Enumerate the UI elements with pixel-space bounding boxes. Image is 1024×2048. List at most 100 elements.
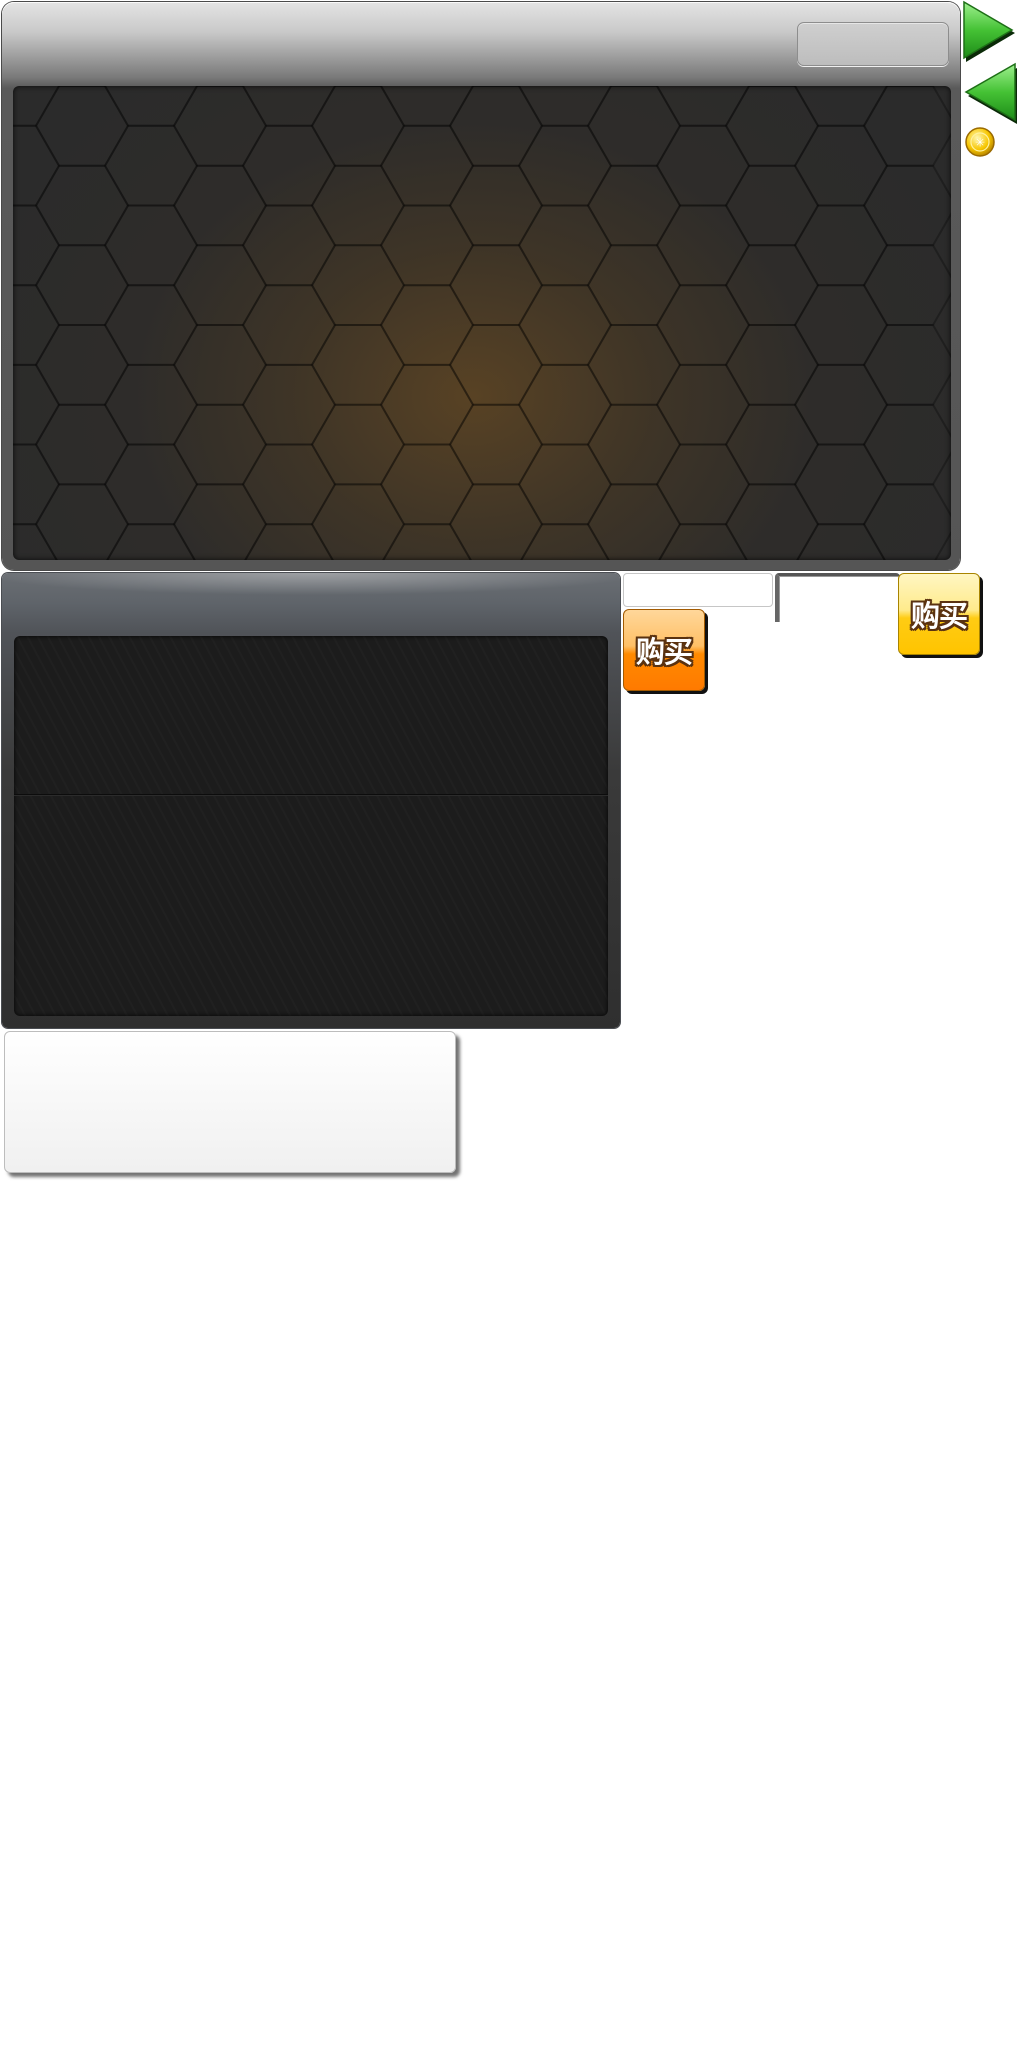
hex-cell bbox=[103, 363, 199, 446]
hex-cell bbox=[655, 363, 751, 446]
hex-cell bbox=[517, 204, 613, 287]
hex-cell bbox=[310, 86, 406, 167]
quantity-field[interactable] bbox=[623, 573, 773, 607]
hex-cell bbox=[448, 164, 544, 247]
hex-cell bbox=[379, 86, 475, 127]
hex-cell bbox=[793, 86, 889, 127]
shop-title-field bbox=[797, 22, 949, 66]
price-field-slot bbox=[775, 573, 900, 622]
hex-cell bbox=[13, 363, 61, 446]
hex-cell bbox=[103, 284, 199, 366]
hex-cell bbox=[379, 363, 475, 446]
hex-cell bbox=[241, 284, 337, 366]
list-item[interactable] bbox=[14, 636, 608, 795]
hex-cell bbox=[448, 324, 544, 406]
hex-cell bbox=[34, 86, 130, 167]
hex-cell bbox=[448, 244, 544, 326]
hex-cell bbox=[655, 86, 751, 127]
hex-cell bbox=[862, 164, 951, 247]
hex-cell bbox=[586, 403, 682, 486]
hex-cell bbox=[724, 86, 820, 167]
hex-cell bbox=[13, 86, 61, 127]
hex-cell bbox=[862, 86, 951, 167]
item-list[interactable] bbox=[14, 636, 608, 1016]
hex-cell bbox=[172, 86, 268, 167]
hex-cell bbox=[448, 403, 544, 486]
hex-cell bbox=[655, 204, 751, 287]
hex-cell bbox=[793, 204, 889, 287]
hex-cell bbox=[34, 403, 130, 486]
hex-cell bbox=[379, 124, 475, 207]
hex-cell bbox=[310, 324, 406, 406]
hex-cell bbox=[310, 403, 406, 486]
hex-cell bbox=[13, 523, 58, 560]
hex-cell bbox=[241, 443, 337, 526]
panel-gloss bbox=[2, 573, 620, 595]
hex-cell bbox=[793, 284, 889, 366]
hex-cell bbox=[724, 324, 820, 406]
info-card bbox=[4, 1031, 456, 1173]
hex-cell bbox=[13, 284, 61, 366]
shop-content-area bbox=[13, 86, 951, 560]
hex-cell bbox=[379, 443, 475, 526]
hex-cell bbox=[655, 443, 751, 526]
hex-cell bbox=[517, 443, 613, 526]
hex-cell bbox=[793, 363, 889, 446]
hex-cell bbox=[241, 204, 337, 287]
hex-cell bbox=[172, 403, 268, 486]
svg-text:✳: ✳ bbox=[975, 136, 985, 150]
hex-cell bbox=[517, 86, 613, 127]
buy-button-label: 购买 bbox=[910, 599, 968, 633]
arrow-right-icon bbox=[963, 0, 1015, 62]
hex-cell bbox=[103, 124, 199, 207]
gold-coin-icon: ✳ bbox=[964, 126, 996, 158]
hex-cell bbox=[586, 86, 682, 167]
hex-cell bbox=[724, 164, 820, 247]
hex-cell bbox=[13, 204, 61, 287]
hex-cell bbox=[448, 86, 544, 167]
hex-cell bbox=[172, 244, 268, 326]
hex-cell bbox=[34, 164, 130, 247]
buy-button[interactable]: 购买 bbox=[623, 609, 705, 691]
hex-cell bbox=[241, 363, 337, 446]
hex-cell bbox=[241, 124, 337, 207]
hex-cell bbox=[103, 86, 199, 127]
buy-button-label: 购买 bbox=[635, 635, 693, 669]
item-list-panel bbox=[2, 573, 620, 1028]
hex-cell bbox=[862, 483, 951, 560]
hex-cell bbox=[517, 363, 613, 446]
hex-cell bbox=[13, 124, 61, 207]
hex-cell bbox=[310, 164, 406, 247]
list-item[interactable] bbox=[14, 795, 608, 1016]
hex-cell bbox=[517, 124, 613, 207]
hex-cell bbox=[241, 86, 337, 127]
hex-cell bbox=[34, 324, 130, 406]
hex-cell bbox=[172, 324, 268, 406]
hex-cell bbox=[793, 443, 889, 526]
hex-cell bbox=[724, 403, 820, 486]
hex-cell bbox=[862, 403, 951, 486]
hex-cell bbox=[13, 443, 61, 526]
hex-cell bbox=[103, 204, 199, 287]
hex-cell bbox=[310, 244, 406, 326]
buy-button-highlighted[interactable]: 购买 bbox=[898, 573, 980, 655]
hex-cell bbox=[379, 284, 475, 366]
previous-page-button[interactable] bbox=[962, 62, 1018, 126]
hex-cell bbox=[724, 244, 820, 326]
hex-cell bbox=[517, 284, 613, 366]
hex-cell bbox=[586, 164, 682, 247]
hex-cell bbox=[586, 324, 682, 406]
arrow-left-icon bbox=[964, 62, 1017, 124]
hex-cell bbox=[655, 284, 751, 366]
hex-cell bbox=[793, 124, 889, 207]
hex-cell bbox=[655, 124, 751, 207]
hex-cell bbox=[103, 443, 199, 526]
hex-cell bbox=[172, 164, 268, 247]
hex-pattern-background bbox=[13, 86, 951, 560]
hex-cell bbox=[586, 244, 682, 326]
hex-cell bbox=[379, 204, 475, 287]
next-page-button[interactable] bbox=[962, 0, 1018, 64]
hex-cell bbox=[862, 244, 951, 326]
hex-cell bbox=[862, 324, 951, 406]
hex-cell bbox=[34, 244, 130, 326]
